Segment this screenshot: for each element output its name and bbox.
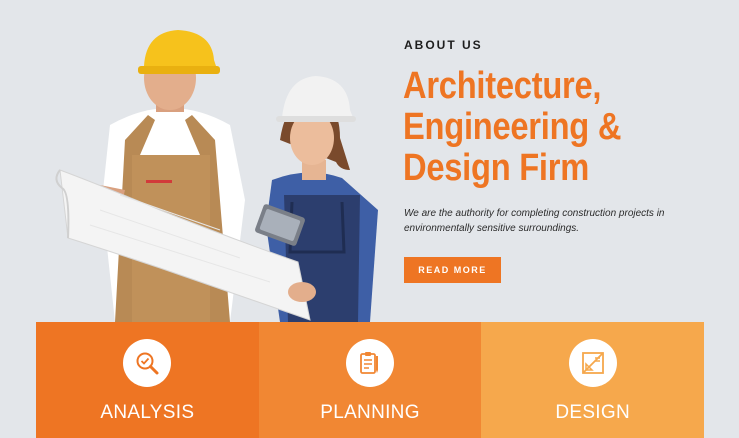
feature-card-planning[interactable]: PLANNING [258, 322, 482, 438]
features-strip: ANALYSIS PLANNING DESIGN [36, 322, 705, 438]
feature-icon-circle [123, 339, 172, 387]
hero-description: We are the authority for completing cons… [404, 208, 665, 234]
hero-title-line: Engineering & [403, 106, 622, 148]
feature-label: PLANNING [320, 402, 420, 423]
feature-icon-circle [346, 339, 394, 387]
feature-card-design[interactable]: DESIGN [481, 322, 705, 438]
feature-card-analysis[interactable]: ANALYSIS [36, 322, 259, 438]
read-more-button[interactable]: READ MORE [404, 257, 501, 283]
section-eyebrow: ABOUT US [404, 38, 483, 52]
drafting-ruler-icon [581, 352, 604, 374]
feature-label: DESIGN [555, 402, 630, 423]
magnifier-analysis-icon [136, 352, 159, 375]
hero-photo [55, 30, 378, 322]
clipboard-pencil-icon [360, 352, 378, 374]
hero-title-line: Architecture, [403, 65, 602, 107]
hero-title-line: Design Firm [403, 147, 590, 189]
feature-icon-circle [568, 339, 617, 387]
feature-label: ANALYSIS [100, 402, 195, 423]
hero-title: Architecture, Engineering & Design Firm [403, 66, 678, 189]
